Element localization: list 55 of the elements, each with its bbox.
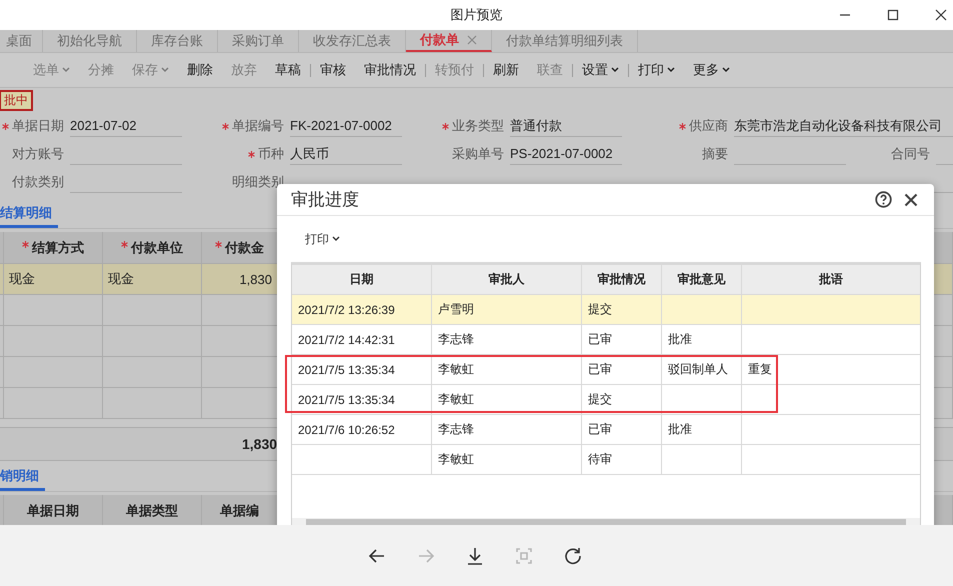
toolbar-button[interactable]: 审核 [310,61,355,79]
required-icon [222,123,229,130]
column-header: 审批人 [432,265,582,294]
toolbar-button[interactable]: 刷新 [483,61,528,79]
total-amount: 1,830 [242,436,278,452]
required-icon [2,123,9,130]
caret-icon [667,67,675,73]
required-icon [442,123,449,130]
input-field[interactable]: PS-2021-07-0002 [510,144,622,164]
close-icon[interactable] [935,9,947,21]
table-row[interactable]: 2021/7/6 10:26:52 李志锋 已审 批准 [292,415,920,445]
column-header: 日期 [292,265,432,294]
field-label: 单据日期 [0,117,64,135]
field-label: 合同号 [890,145,930,163]
column-header: 审批情况 [582,265,662,294]
caret-icon [161,67,169,73]
field-label: 摘要 [701,145,728,163]
caret-icon [62,67,70,73]
field-label: 采购单号 [451,145,504,163]
required-icon [679,123,686,130]
field-label: 付款类别 [11,173,64,191]
toolbar-button[interactable]: 删除 [178,61,222,79]
toolbar-button[interactable]: 审批情况 [355,61,425,79]
table-row[interactable]: 2021/7/2 13:26:39 卢雪明 提交 [292,295,920,325]
status-badge: 批中 [0,90,33,110]
caret-icon [332,236,340,242]
field-label: 供应商 [670,117,728,135]
caret-icon [722,67,730,73]
field-label: 单据编号 [220,117,284,135]
toolbar-button[interactable]: 打印 [628,61,684,79]
input-field[interactable]: 普通付款 [510,116,622,136]
column-header: 审批意见 [662,265,742,294]
toolbar-button[interactable]: 设置 [572,61,628,79]
toolbar-button[interactable]: 草稿 [266,61,310,79]
input-field[interactable]: 2021-07-02 [70,116,182,136]
horizontal-scrollbar[interactable] [292,518,920,525]
column-header: 批语 [818,271,844,288]
column-header: 付款单位 [103,232,202,263]
print-menu-button[interactable]: 打印 [305,230,340,248]
table-row[interactable]: 李敏虹 待审 [292,445,920,475]
toolbar-button[interactable]: 更多 [684,61,739,79]
caret-icon [611,67,619,73]
column-header: 结算方式 [4,232,103,263]
input-field[interactable]: 人民币 [290,144,402,164]
dialog-title: 审批进度 [291,189,360,211]
field-label: 对方账号 [11,145,64,163]
close-icon[interactable] [904,192,918,206]
input-field[interactable]: FK-2021-07-0002 [290,116,402,136]
required-icon [248,151,255,158]
input-field[interactable]: 东莞市浩龙自动化设备科技有限公司 [734,116,953,136]
window-title: 图片预览 [450,6,502,24]
field-label: 业务类型 [440,117,504,135]
field-label: 币种 [220,145,284,163]
help-icon[interactable] [875,191,892,208]
maximize-icon[interactable] [887,9,899,21]
